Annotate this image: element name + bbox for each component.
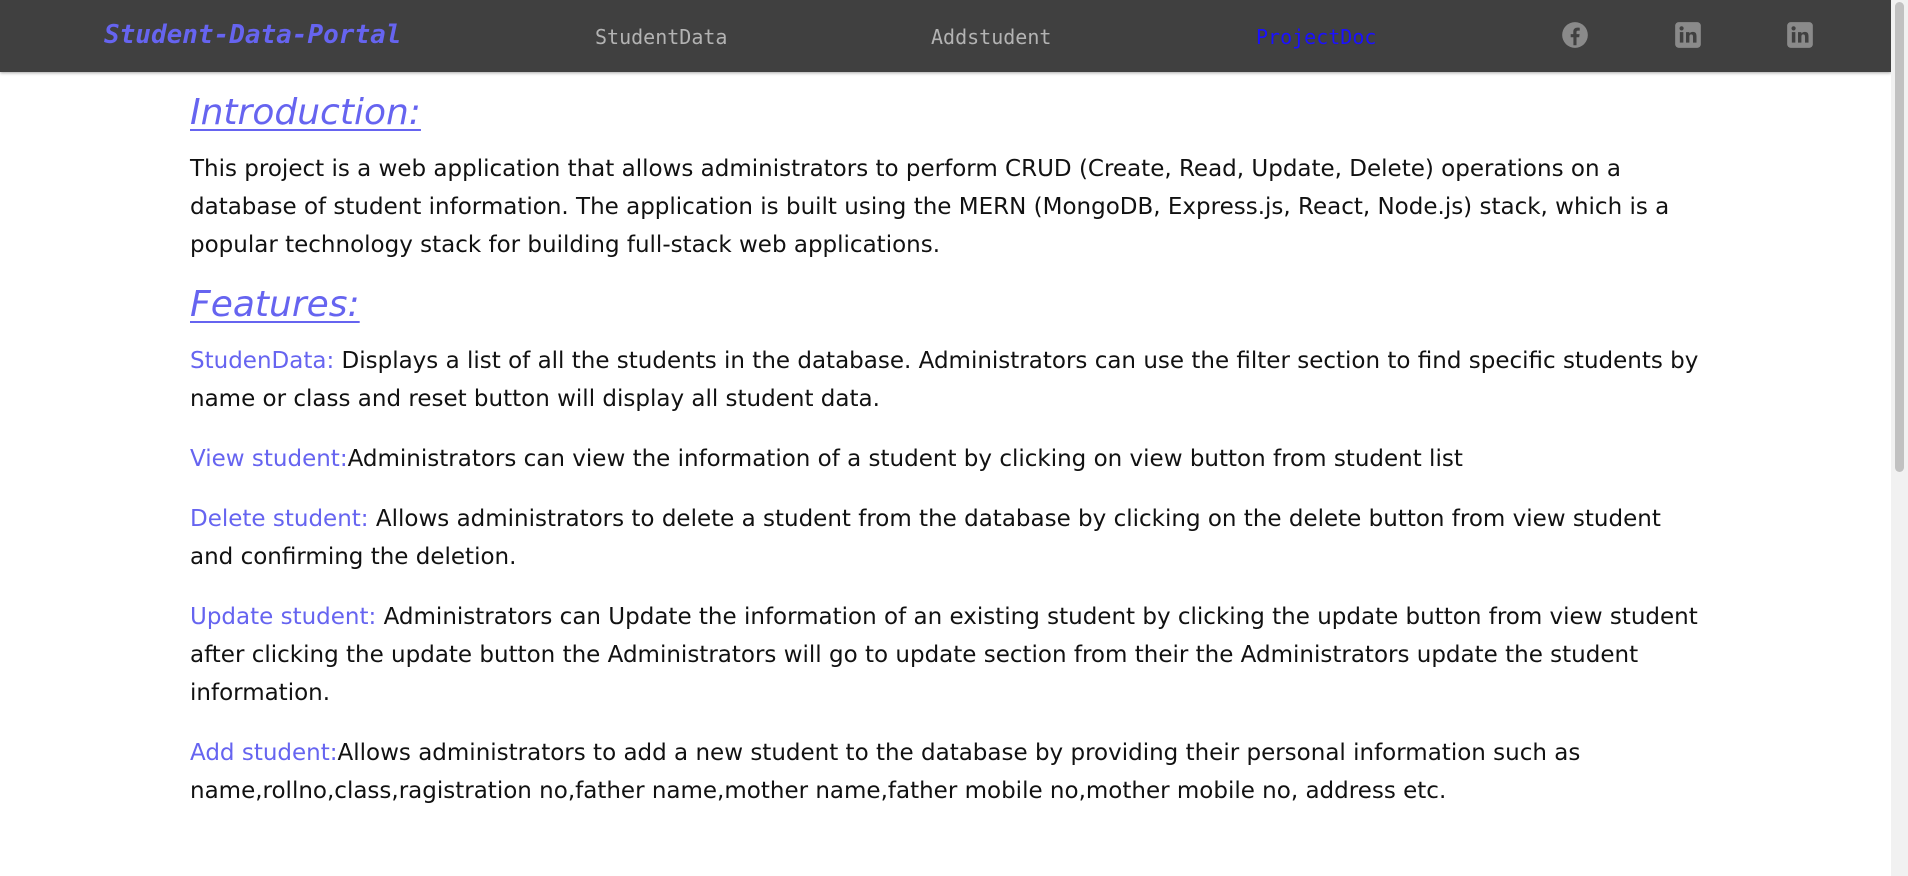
feature-label: Add student: [190,740,338,766]
feature-label: View student: [190,446,348,472]
linkedin-icon[interactable] [1786,21,1814,49]
nav-link-addstudent[interactable]: Addstudent [931,25,1051,49]
feature-description: Displays a list of all the students in t… [190,348,1699,412]
nav-link-projectdoc[interactable]: ProjectDoc [1256,25,1376,49]
project-doc-content: Introduction: This project is a web appl… [190,86,1710,810]
top-navbar: Student-Data-Portal StudentData Addstude… [0,0,1891,72]
linkedin-icon[interactable] [1674,21,1702,49]
nav-link-studentdata[interactable]: StudentData [595,25,727,49]
feature-label: Delete student: [190,506,369,532]
features-heading: Features: [190,284,360,325]
page-scrollbar[interactable] [1891,0,1908,876]
feature-item-studentdata: StudenData: Displays a list of all the s… [190,342,1710,418]
brand-title[interactable]: Student-Data-Portal [104,20,401,50]
introduction-text: This project is a web application that a… [190,156,1670,258]
feature-description: Allows administrators to delete a studen… [190,506,1661,570]
feature-description: Allows administrators to add a new stude… [190,740,1581,804]
feature-label: StudenData: [190,348,335,374]
feature-label: Update student: [190,604,377,630]
feature-description: Administrators can Update the informatio… [190,604,1698,706]
introduction-heading: Introduction: [190,92,421,133]
feature-description: Administrators can view the information … [347,446,1463,472]
scrollbar-thumb[interactable] [1895,2,1904,472]
feature-item-delete-student: Delete student: Allows administrators to… [190,500,1710,576]
feature-item-update-student: Update student: Administrators can Updat… [190,598,1710,712]
feature-item-view-student: View student:Administrators can view the… [190,440,1710,478]
facebook-icon[interactable] [1561,21,1589,49]
feature-item-add-student: Add student:Allows administrators to add… [190,734,1710,810]
